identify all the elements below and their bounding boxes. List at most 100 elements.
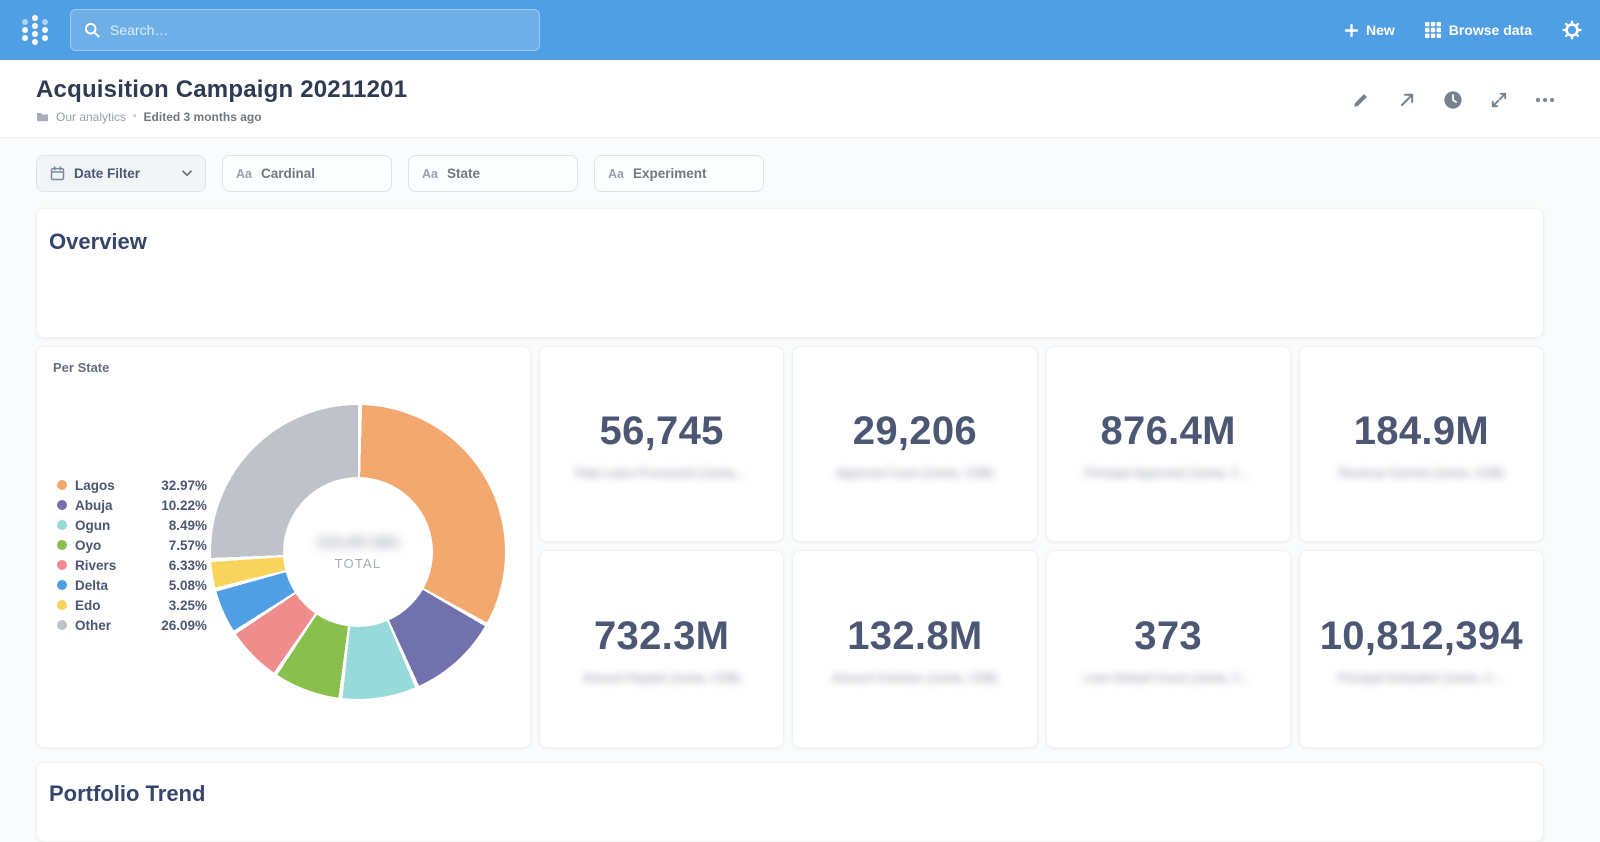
per-state-card-title: Per State <box>53 360 110 375</box>
donut-total-label: TOTAL <box>334 555 382 571</box>
scalar-caption: Approval Count (Jumia, CDB) <box>835 465 994 480</box>
legend-item-lagos[interactable]: Lagos 32.97% <box>57 475 207 495</box>
state-filter-label: State <box>446 166 480 181</box>
scalar-value: 132.8M <box>847 613 983 658</box>
scalar-value: 10,812,394 <box>1319 613 1523 658</box>
legend-percent: 8.49% <box>168 517 207 533</box>
auto-refresh-clock-icon[interactable] <box>1442 89 1464 111</box>
legend-item-abuja[interactable]: Abuja 10.22% <box>57 495 207 515</box>
date-filter-label: Date Filter <box>74 166 141 181</box>
scalar-card-principal-defaulted[interactable]: 10,812,394 Principal Defaulted (Jumia, C… <box>1298 550 1544 748</box>
legend-color-dot <box>57 560 67 570</box>
scalar-card-revenue-earned[interactable]: 184.9M Revenue Earned (Jumia, CDB) <box>1298 346 1544 542</box>
legend-color-dot <box>57 500 67 510</box>
experiment-filter[interactable]: Aa Experiment <box>594 155 764 192</box>
date-filter[interactable]: Date Filter <box>36 155 206 192</box>
scalar-caption: Amount Repaid (Jumia, CDB) <box>582 670 741 685</box>
dashboard-actions <box>1350 89 1556 111</box>
legend-label: Delta <box>75 577 109 593</box>
legend-percent: 26.09% <box>161 617 207 633</box>
experiment-filter-label: Experiment <box>632 166 707 181</box>
legend-color-dot <box>57 520 67 530</box>
overview-text-card: Overview <box>36 208 1544 338</box>
donut-center: 123,457,891 TOTAL <box>283 477 433 627</box>
legend-label: Lagos <box>75 477 115 493</box>
dashboard-header: Acquisition Campaign 20211201 Our analyt… <box>0 60 1600 138</box>
scalar-card-total-loans[interactable]: 56,745 Total Loans Processed (Jumia,… <box>539 346 785 542</box>
cardinal-filter[interactable]: Aa Cardinal <box>222 155 392 192</box>
scalar-card-amount-overdue[interactable]: 132.8M Amount Overdue (Jumia, CDB) <box>792 550 1038 748</box>
portfolio-trend-card: Portfolio Trend <box>36 762 1544 842</box>
gear-icon <box>1562 20 1582 40</box>
new-button[interactable]: New <box>1344 22 1395 38</box>
legend-percent: 7.57% <box>168 537 207 553</box>
legend-item-rivers[interactable]: Rivers 6.33% <box>57 555 207 575</box>
legend-percent: 10.22% <box>161 497 207 513</box>
search-icon <box>84 22 100 38</box>
portfolio-trend-heading: Portfolio Trend <box>49 781 206 806</box>
legend-label: Edo <box>75 597 101 613</box>
scalar-value: 29,206 <box>852 408 977 453</box>
legend-item-ogun[interactable]: Ogun 8.49% <box>57 515 207 535</box>
legend-color-dot <box>57 620 67 630</box>
scalar-card-principal-approved[interactable]: 876.4M Principal Approved (Jumia, C… <box>1045 346 1291 542</box>
legend-label: Abuja <box>75 497 113 513</box>
edit-pencil-icon[interactable] <box>1350 89 1372 111</box>
scalar-card-loan-default-count[interactable]: 373 Loan Default Count (Jumia, C… <box>1045 550 1291 748</box>
scalar-caption: Total Loans Processed (Jumia,… <box>573 465 750 480</box>
legend-label: Oyo <box>75 537 102 553</box>
scalar-card-approval-count[interactable]: 29,206 Approval Count (Jumia, CDB) <box>792 346 1038 542</box>
folder-icon <box>36 111 49 122</box>
legend-color-dot <box>57 540 67 550</box>
legend-percent: 3.25% <box>168 597 207 613</box>
scalar-caption: Amount Overdue (Jumia, CDB) <box>831 670 998 685</box>
search-bar[interactable] <box>70 9 540 51</box>
state-filter[interactable]: Aa State <box>408 155 578 192</box>
scalar-caption: Principal Defaulted (Jumia, C… <box>1337 670 1506 685</box>
settings-button[interactable] <box>1562 20 1582 40</box>
edited-timestamp: Edited 3 months ago <box>143 109 262 124</box>
text-filter-icon: Aa <box>608 166 624 181</box>
browse-data-label: Browse data <box>1448 22 1532 38</box>
ellipsis-menu-icon[interactable] <box>1534 89 1556 111</box>
search-input[interactable] <box>110 22 526 38</box>
scalar-card-amount-repaid[interactable]: 732.3M Amount Repaid (Jumia, CDB) <box>539 550 785 748</box>
legend-item-oyo[interactable]: Oyo 7.57% <box>57 535 207 555</box>
browse-data-button[interactable]: Browse data <box>1424 22 1532 38</box>
meta-separator: • <box>133 111 137 122</box>
per-state-card: Per State Lagos 32.97% Abuja 10.22% Ogun… <box>36 346 531 748</box>
top-nav-bar: New Browse data <box>0 0 1600 60</box>
overview-heading: Overview <box>49 229 147 254</box>
page-title: Acquisition Campaign 20211201 <box>36 75 408 103</box>
text-filter-icon: Aa <box>236 166 252 181</box>
scalar-value: 373 <box>1134 613 1202 658</box>
new-button-label: New <box>1365 22 1395 38</box>
sharing-arrow-icon[interactable] <box>1396 89 1418 111</box>
chevron-down-icon <box>182 170 192 177</box>
legend-color-dot <box>57 600 67 610</box>
plus-icon <box>1344 23 1358 37</box>
dashboard-grid: Overview Per State Lagos 32.97% Abuja 10… <box>0 208 1600 842</box>
scalar-value: 56,745 <box>599 408 724 453</box>
breadcrumb: Our analytics • Edited 3 months ago <box>36 110 407 124</box>
legend-label: Ogun <box>75 517 111 533</box>
legend-percent: 5.08% <box>168 577 207 593</box>
scalar-value: 732.3M <box>594 613 730 658</box>
legend-item-edo[interactable]: Edo 3.25% <box>57 595 207 615</box>
scalar-caption: Revenue Earned (Jumia, CDB) <box>1338 465 1505 480</box>
legend-item-other[interactable]: Other 26.09% <box>57 615 207 635</box>
donut-chart[interactable]: 123,457,891 TOTAL <box>211 405 505 699</box>
breadcrumb-collection[interactable]: Our analytics <box>56 110 126 124</box>
calendar-icon <box>50 166 65 181</box>
metabase-logo[interactable] <box>18 12 52 48</box>
legend-item-delta[interactable]: Delta 5.08% <box>57 575 207 595</box>
scalar-caption: Loan Default Count (Jumia, C… <box>1083 670 1254 685</box>
scalar-value: 876.4M <box>1100 408 1236 453</box>
legend-color-dot <box>57 580 67 590</box>
fullscreen-icon[interactable] <box>1488 89 1510 111</box>
cardinal-filter-label: Cardinal <box>260 166 315 181</box>
legend-percent: 32.97% <box>161 477 207 493</box>
scalar-caption: Principal Approved (Jumia, C… <box>1084 465 1252 480</box>
filter-bar: Date Filter Aa Cardinal Aa State Aa Expe… <box>0 138 1600 208</box>
donut-total-value: 123,457,891 <box>316 533 400 551</box>
